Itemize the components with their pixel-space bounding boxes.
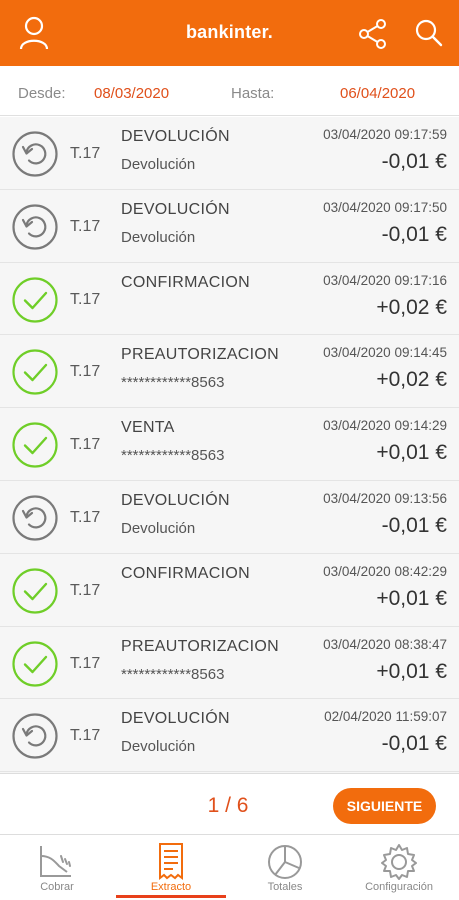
transaction-row[interactable]: T.17 PREAUTORIZACION ************8563 03/04… xyxy=(0,335,459,409)
check-circle-icon xyxy=(12,640,58,687)
transaction-row[interactable]: T.17 VENTA ************8563 03/04/2020 09:1… xyxy=(0,408,459,481)
terminal-id: T.17 xyxy=(70,436,101,454)
terminal-id: T.17 xyxy=(70,290,101,308)
tab-configuracion[interactable]: Configuración xyxy=(342,836,456,900)
transaction-row[interactable]: T.17 DEVOLUCIÓN Devolución 03/04/2020 09:13… xyxy=(0,481,459,554)
next-page-button[interactable]: SIGUIENTE xyxy=(333,788,436,824)
transaction-datetime: 03/04/2020 09:17:16 xyxy=(323,272,447,288)
check-circle-icon xyxy=(12,422,58,468)
transaction-amount: -0,01 € xyxy=(381,514,447,537)
check-circle-icon xyxy=(12,349,58,395)
terminal-id: T.17 xyxy=(70,581,101,599)
transaction-description: Devolución xyxy=(121,228,196,246)
transaction-row[interactable]: T.17 CONFIRMACION 03/04/2020 08:42:29 +0,01… xyxy=(0,554,459,627)
pagination-bar: 1 / 6 SIGUIENTE xyxy=(0,773,459,835)
tab-extracto[interactable]: Extracto xyxy=(114,836,228,900)
transaction-description: ************8563 xyxy=(121,665,225,683)
receipt-icon xyxy=(159,843,183,880)
transaction-datetime: 03/04/2020 09:14:29 xyxy=(323,418,447,434)
transaction-type: DEVOLUCIÓN xyxy=(121,200,230,218)
refund-circle-icon xyxy=(12,495,58,541)
transaction-datetime: 03/04/2020 09:14:45 xyxy=(323,345,447,361)
tab-totales[interactable]: Totales xyxy=(228,836,342,900)
transaction-datetime: 03/04/2020 09:17:50 xyxy=(323,199,447,215)
payment-terminal-icon xyxy=(40,846,71,877)
gear-icon xyxy=(381,844,417,880)
terminal-id: T.17 xyxy=(70,727,101,745)
app-header: bankinter. xyxy=(0,0,459,66)
tab-label: Totales xyxy=(267,881,303,893)
bankinter-logo: bankinter. xyxy=(185,22,274,42)
refund-circle-icon xyxy=(12,204,58,250)
check-circle-icon xyxy=(12,568,58,614)
bottom-tab-bar: Cobrar Extracto Totales Configuración xyxy=(0,836,459,900)
transaction-amount: +0,01 € xyxy=(376,586,447,610)
page-indicator: 1 / 6 xyxy=(207,794,249,817)
transaction-description: ************8563 xyxy=(121,374,225,392)
to-date[interactable]: 06/04/2020 xyxy=(340,85,415,102)
active-tab-indicator xyxy=(116,895,226,898)
transaction-row[interactable]: T.17 DEVOLUCIÓN Devolución 03/04/2020 09:17… xyxy=(0,117,459,190)
transaction-row[interactable]: T.17 CONFIRMACION 03/04/2020 09:17:16 +0,02… xyxy=(0,263,459,336)
terminal-id: T.17 xyxy=(70,363,101,381)
search-icon[interactable] xyxy=(414,18,444,48)
transaction-description: Devolución xyxy=(121,520,196,537)
transaction-type: DEVOLUCIÓN xyxy=(121,492,230,509)
date-range-filter: Desde: 08/03/2020 Hasta: 06/04/2020 xyxy=(0,66,459,116)
transaction-amount: -0,01 € xyxy=(381,222,447,246)
terminal-id: T.17 xyxy=(70,145,101,162)
transaction-row[interactable]: T.17 PREAUTORIZACION ************8563 03/04… xyxy=(0,627,459,700)
transaction-description: Devolución xyxy=(121,738,196,756)
transaction-type: PREAUTORIZACION xyxy=(121,346,279,364)
transaction-datetime: 03/04/2020 09:17:59 xyxy=(323,127,447,142)
transaction-datetime: 02/04/2020 11:59:07 xyxy=(324,709,447,725)
share-icon[interactable] xyxy=(358,19,388,49)
transaction-amount: -0,01 € xyxy=(381,150,447,173)
from-label: Desde: xyxy=(18,85,66,102)
transaction-amount: -0,01 € xyxy=(381,732,447,756)
refund-circle-icon xyxy=(12,713,58,759)
transaction-amount: +0,01 € xyxy=(376,441,447,465)
tab-label: Extracto xyxy=(150,881,192,893)
transaction-type: PREAUTORIZACION xyxy=(121,637,279,655)
transaction-row[interactable]: T.17 DEVOLUCIÓN Devolución 03/04/2020 09:17… xyxy=(0,190,459,263)
transaction-datetime: 03/04/2020 09:13:56 xyxy=(323,491,447,506)
transaction-type: VENTA xyxy=(121,419,175,437)
transaction-type: CONFIRMACION xyxy=(121,273,250,291)
tab-label: Cobrar xyxy=(40,881,74,893)
transaction-type: DEVOLUCIÓN xyxy=(121,710,230,728)
tab-label: Configuración xyxy=(365,881,433,893)
transaction-amount: +0,02 € xyxy=(376,368,447,392)
transaction-list: T.17 DEVOLUCIÓN Devolución 03/04/2020 09:17… xyxy=(0,117,459,773)
refund-circle-icon xyxy=(12,131,58,177)
to-label: Hasta: xyxy=(231,85,275,102)
transaction-type: CONFIRMACION xyxy=(121,564,250,582)
transaction-row[interactable]: T.17 DEVOLUCIÓN Devolución 02/04/2020 11:59… xyxy=(0,699,459,773)
transaction-description: Devolución xyxy=(121,156,196,173)
transaction-description: ************8563 xyxy=(121,447,225,465)
transaction-type: DEVOLUCIÓN xyxy=(121,128,230,145)
transaction-amount: +0,02 € xyxy=(376,295,447,319)
terminal-id: T.17 xyxy=(70,509,101,526)
from-date[interactable]: 08/03/2020 xyxy=(94,85,169,102)
terminal-id: T.17 xyxy=(70,654,101,672)
terminal-id: T.17 xyxy=(70,217,101,235)
tab-cobrar[interactable]: Cobrar xyxy=(0,836,114,900)
transaction-datetime: 03/04/2020 08:42:29 xyxy=(323,563,447,579)
transaction-amount: +0,01 € xyxy=(376,659,447,683)
transaction-datetime: 03/04/2020 08:38:47 xyxy=(323,636,447,652)
check-circle-icon xyxy=(12,276,58,323)
pie-chart-icon xyxy=(268,845,302,879)
